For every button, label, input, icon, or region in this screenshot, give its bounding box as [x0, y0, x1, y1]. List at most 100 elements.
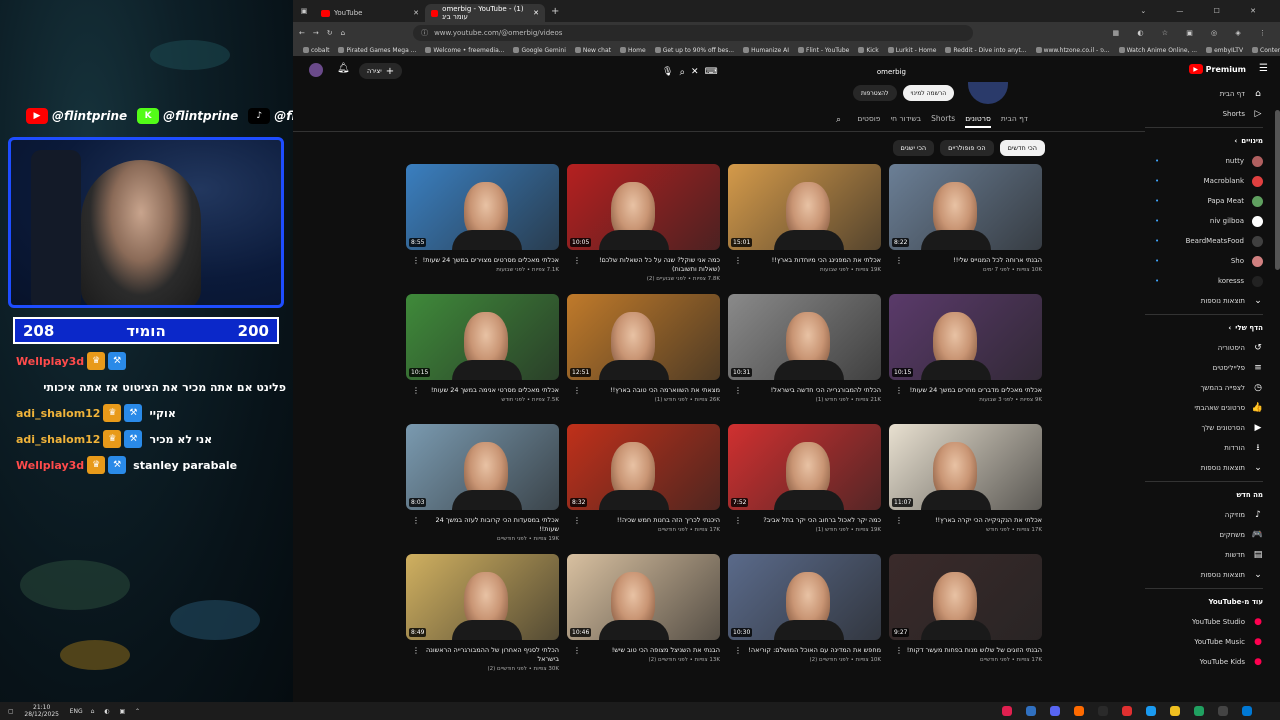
- close-tab-icon[interactable]: ✕: [533, 9, 539, 17]
- bookmark-item[interactable]: Home: [619, 47, 646, 54]
- bookmark-item[interactable]: cobalt: [303, 47, 329, 54]
- sidebar-item[interactable]: ⭳ הורדות: [1145, 438, 1275, 458]
- sidebar-subscription[interactable]: nutty •: [1145, 151, 1275, 171]
- more-options-icon[interactable]: ⋮: [412, 386, 420, 395]
- more-options-icon[interactable]: ⋮: [734, 516, 742, 525]
- bookmark-item[interactable]: Welcome • freemedia...: [425, 47, 504, 54]
- notification-icon[interactable]: ▢: [8, 708, 14, 715]
- subscribe-button[interactable]: הרשמה למינוי: [902, 85, 955, 101]
- sidebar-item[interactable]: ▷ Shorts: [1145, 104, 1275, 124]
- scrollbar[interactable]: [1275, 110, 1280, 270]
- video-card[interactable]: 8:55 ⋮ אכלתי מאכלים מסרטים מצוירים במשך 24…: [406, 164, 559, 294]
- sidebar-section-title[interactable]: מינויים ›: [1145, 131, 1275, 151]
- video-thumbnail[interactable]: 8:22: [889, 164, 1042, 250]
- avatar[interactable]: [309, 63, 323, 77]
- sidebar-subscription[interactable]: Macroblank •: [1145, 171, 1275, 191]
- video-thumbnail[interactable]: 10:31: [728, 294, 881, 380]
- video-card[interactable]: 10:30 ⋮ מחפש את המדינה עם האוכל המושלם: קו…: [728, 554, 881, 684]
- sidebar-section-title[interactable]: עוד מ-YouTube: [1145, 592, 1275, 612]
- more-options-icon[interactable]: ⋮: [895, 386, 903, 395]
- reload-icon[interactable]: ↻: [327, 29, 333, 37]
- bookmark-item[interactable]: Content: [1252, 47, 1280, 54]
- video-card[interactable]: 11:07 ⋮ אכלתי את הנקניקייה הכי יקרה בארץ!!…: [889, 424, 1042, 554]
- video-title[interactable]: ⋮ היכנתי לכריך הזה בחנות חמש שכיה!!: [567, 516, 720, 525]
- clear-search-icon[interactable]: ✕: [691, 67, 699, 77]
- video-card[interactable]: 8:22 ⋮ הבנתי ארוחה לכל המנוייס שלי!! 10K צפ…: [889, 164, 1042, 294]
- app-icon[interactable]: [1002, 706, 1012, 716]
- more-options-icon[interactable]: ⋮: [412, 646, 420, 655]
- video-card[interactable]: 10:15 ⋮ אכלתי מאכלים מדברים מחרים במשך 24 …: [889, 294, 1042, 424]
- video-card[interactable]: 12:51 ⋮ מצאתי את השווארמה הכי טובה בארץ!! 2…: [567, 294, 720, 424]
- youtube-logo[interactable]: ▶ Premium: [1188, 64, 1246, 74]
- video-title[interactable]: ⋮ הכלתי להמבורגרייה הכי חדשה בישראל!: [728, 386, 881, 395]
- tab-1[interactable]: סרטונים: [965, 114, 991, 128]
- bookmark-item[interactable]: Watch Anime Online, ...: [1118, 47, 1197, 54]
- video-title[interactable]: ⋮ הבנתי הזוגים של שלוש מנות בפחות מעשר דק…: [889, 646, 1042, 655]
- more-options-icon[interactable]: ⋮: [573, 516, 581, 525]
- bookmark-item[interactable]: Lurkit - Home: [887, 47, 936, 54]
- sidebar-section-title[interactable]: מה חדש: [1145, 485, 1275, 505]
- video-title[interactable]: ⋮ הבנתי ארוחה לכל המנוייס שלי!!: [889, 256, 1042, 265]
- bookmark-item[interactable]: Google Gemini: [513, 47, 566, 54]
- youtube-app-link[interactable]: ● YouTube Music: [1145, 632, 1275, 652]
- url-field[interactable]: ⓘ www.youtube.com/@omerbig/videos: [413, 25, 974, 41]
- video-thumbnail[interactable]: 7:52: [728, 424, 881, 510]
- sort-chip[interactable]: הכי ישנים: [892, 140, 935, 156]
- language-indicator[interactable]: ENG: [70, 708, 83, 715]
- explorer-icon[interactable]: [1170, 706, 1180, 716]
- bell-icon[interactable]: 🔔︎: [337, 63, 350, 74]
- youtube-app-link[interactable]: ● YouTube Kids: [1145, 652, 1275, 672]
- more-options-icon[interactable]: ⋮: [895, 516, 903, 525]
- sidebar-subscription[interactable]: Papa Meat •: [1145, 191, 1275, 211]
- more-options-icon[interactable]: ⋮: [573, 646, 581, 655]
- more-options-icon[interactable]: ⋮: [412, 516, 420, 525]
- sidebar-subscription[interactable]: Sho •: [1145, 251, 1275, 271]
- close-tab-icon[interactable]: ✕: [413, 9, 419, 17]
- app-icon[interactable]: [1026, 706, 1036, 716]
- bookmark-item[interactable]: embyILTV: [1206, 47, 1243, 54]
- more-options-icon[interactable]: ⋮: [734, 256, 742, 265]
- video-thumbnail[interactable]: 10:15: [889, 294, 1042, 380]
- bookmark-item[interactable]: Reddit - Dive into anyt...: [945, 47, 1027, 54]
- sidebar-subscription[interactable]: niv gilboa •: [1145, 211, 1275, 231]
- video-card[interactable]: 10:46 ⋮ הבנתי את השניצל מצופה הכי טוב שיש!…: [567, 554, 720, 684]
- show-more-button[interactable]: ⌄ תוצאות נוספות: [1145, 458, 1275, 478]
- sidebar-item[interactable]: ↺ היסטוריה: [1145, 338, 1275, 358]
- sidebar-item[interactable]: ◷ לצפייה בהמשך: [1145, 378, 1275, 398]
- sidebar-item[interactable]: ⌂ דף הבית: [1145, 84, 1275, 104]
- video-card[interactable]: 10:05 ⋮ כמה אני שוקל? שנה על כל השאלות שלכ…: [567, 164, 720, 294]
- youtube-app-link[interactable]: ● YouTube Studio: [1145, 612, 1275, 632]
- video-title[interactable]: ⋮ אכלתי מאכלים מדברים מחרים במשך 24 שעות!: [889, 386, 1042, 395]
- more-options-icon[interactable]: ⋮: [734, 646, 742, 655]
- sort-chip[interactable]: הכי פופולריים: [940, 140, 994, 156]
- app-icon[interactable]: [1194, 706, 1204, 716]
- bookmark-item[interactable]: New chat: [574, 47, 611, 54]
- more-options-icon[interactable]: ⋮: [573, 256, 581, 265]
- video-title[interactable]: ⋮ כמה יקר לאכול ברחוב הכי יקר בתל אביב?: [728, 516, 881, 525]
- sidebar-item[interactable]: ≡ פלייליסטים: [1145, 358, 1275, 378]
- video-thumbnail[interactable]: 10:46: [567, 554, 720, 640]
- tab-4[interactable]: פוסטים: [857, 114, 880, 128]
- search-icon[interactable]: ⌕: [679, 67, 685, 78]
- show-more-button[interactable]: ⌄ תוצאות נוספות: [1145, 291, 1275, 311]
- create-button[interactable]: יצירה +: [359, 63, 403, 79]
- home-icon[interactable]: ⌂: [341, 29, 345, 37]
- video-thumbnail[interactable]: 8:03: [406, 424, 559, 510]
- window-controls[interactable]: ⌄ — ☐ ✕: [1140, 7, 1280, 15]
- video-title[interactable]: ⋮ מצאתי את השווארמה הכי טובה בארץ!!: [567, 386, 720, 395]
- sidebar-section-title[interactable]: הדף שלי ›: [1145, 318, 1275, 338]
- video-card[interactable]: 10:15 ⋮ אכלתי מאכלים מסרטי אנימה במשך 24 ש…: [406, 294, 559, 424]
- tab-2[interactable]: Shorts: [931, 114, 955, 128]
- obs-icon[interactable]: [1122, 706, 1132, 716]
- show-more-button[interactable]: ⌄ תוצאות נוספות: [1145, 565, 1275, 585]
- video-thumbnail[interactable]: 8:32: [567, 424, 720, 510]
- video-card[interactable]: 8:32 ⋮ היכנתי לכריך הזה בחנות חמש שכיה!! 17…: [567, 424, 720, 554]
- video-thumbnail[interactable]: 10:30: [728, 554, 881, 640]
- video-card[interactable]: 10:31 ⋮ הכלתי להמבורגרייה הכי חדשה בישראל!…: [728, 294, 881, 424]
- firefox-icon[interactable]: [1074, 706, 1084, 716]
- video-title[interactable]: ⋮ אכלתי במסעדות הכי קרובות לעזה במשך 24 ש…: [406, 516, 559, 534]
- app-icon[interactable]: [1146, 706, 1156, 716]
- tab-actions-icon[interactable]: ▣: [293, 7, 315, 15]
- app-icon[interactable]: [1218, 706, 1228, 716]
- new-tab-icon[interactable]: +: [545, 6, 565, 17]
